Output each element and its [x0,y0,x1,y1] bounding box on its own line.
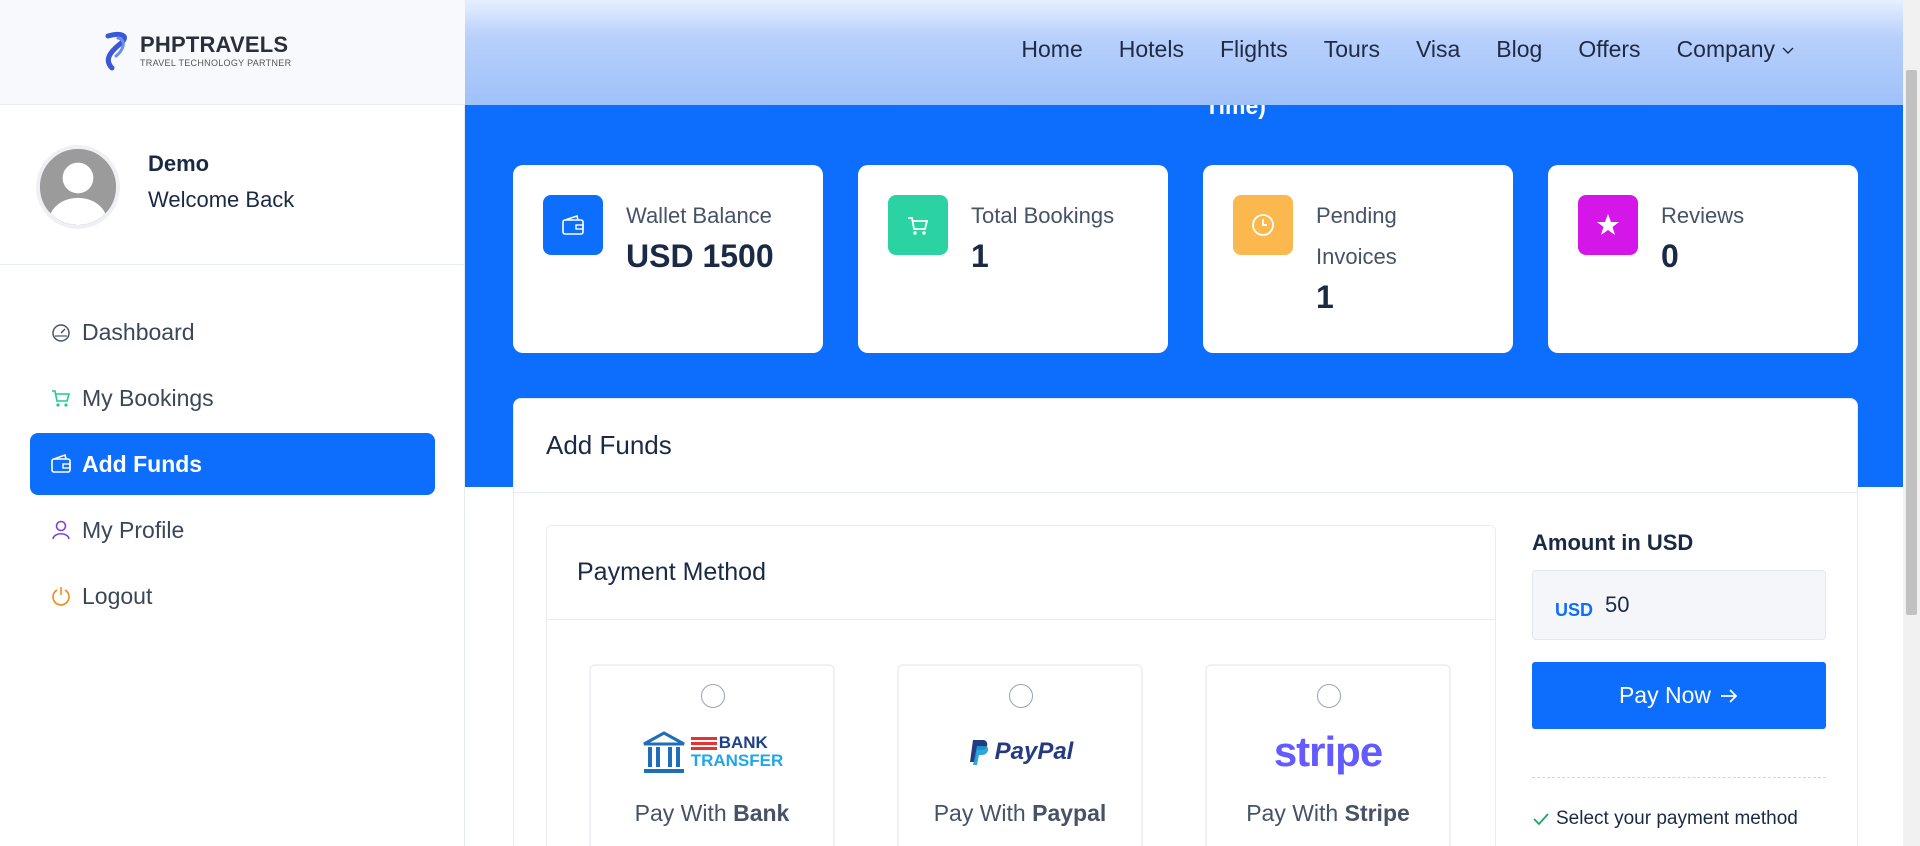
stats-cards: Wallet Balance USD 1500 Total Bookings 1… [513,165,1858,353]
bank-logo-bottom: TRANSFER [690,751,784,770]
stat-value: USD 1500 [626,238,774,274]
sidebar-item-label: Logout [82,582,153,609]
sidebar-item-my-profile[interactable]: My Profile [30,499,435,561]
paypal-radio[interactable] [1009,684,1033,708]
brand-name: PHPTRAVELS [140,32,289,57]
scrollbar-thumb[interactable] [1906,70,1917,615]
clock-icon [1233,195,1293,255]
amount-form: Amount in USD USD 50 Pay Now Select your… [1532,530,1826,830]
payment-option-stripe[interactable]: stripe Pay With Stripe [1205,664,1451,846]
logo-mark-icon [105,31,127,71]
nav-hotels[interactable]: Hotels [1119,36,1184,63]
stat-label: Wallet Balance [626,203,772,228]
stat-card-total-bookings: Total Bookings 1 [858,165,1168,353]
sidebar-menu: Dashboard My Bookings Add Funds My Profi… [30,301,435,631]
payment-method-box: Payment Method BANK TRANSFER Pay With Ba… [546,525,1496,846]
payment-option-bank[interactable]: BANK TRANSFER Pay With Bank [589,664,835,846]
stat-label: Total Bookings [971,203,1115,228]
payment-note-text: Select your payment method [1556,808,1798,829]
sidebar-item-logout[interactable]: Logout [30,565,435,627]
sidebar: Demo Welcome Back Dashboard My Bookings … [0,105,465,846]
bank-transfer-logo: BANK TRANSFER [591,724,833,780]
dashboard-icon [52,324,70,342]
stat-card-reviews: Reviews 0 [1548,165,1858,353]
stripe-wordmark: stripe [1273,728,1383,775]
amount-input[interactable]: USD 50 [1532,570,1826,640]
currency-prefix: USD [1555,599,1594,620]
nav-home[interactable]: Home [1021,36,1082,63]
avatar [36,145,120,229]
stat-value: 1 [1316,279,1334,315]
main-nav: Home Hotels Flights Tours Visa Blog Offe… [985,36,1795,63]
brand-tagline: TRAVEL TECHNOLOGY PARTNER [140,58,292,68]
divider [1532,777,1826,778]
top-header: PHPTRAVELS TRAVEL TECHNOLOGY PARTNER Hom… [0,0,1920,105]
flag-stripes-icon [690,737,717,750]
sidebar-item-my-bookings[interactable]: My Bookings [30,367,435,429]
paypal-icon [969,740,988,765]
nav-visa[interactable]: Visa [1416,36,1460,63]
cart-icon [52,390,71,407]
bank-logo-top: BANK [718,733,768,752]
site-logo[interactable]: PHPTRAVELS TRAVEL TECHNOLOGY PARTNER [100,30,291,72]
chevron-down-icon [1782,47,1794,54]
stripe-radio[interactable] [1317,684,1341,708]
user-icon [52,520,70,540]
stat-card-pending-invoices: Pending Invoices 1 [1203,165,1513,353]
welcome-text: Welcome Back [148,187,295,212]
sidebar-item-add-funds[interactable]: Add Funds [30,433,435,495]
page-scrollbar[interactable] [1903,0,1920,846]
sidebar-item-label: My Profile [82,516,185,543]
paypal-wordmark: PayPal [994,738,1074,765]
user-name: Demo [148,151,210,176]
nav-company-label: Company [1676,36,1775,62]
pay-now-button[interactable]: Pay Now [1532,662,1826,729]
payment-note: Select your payment method [1532,808,1826,830]
nav-tours[interactable]: Tours [1324,36,1380,63]
stat-label: Pending Invoices [1316,203,1397,269]
nav-offers[interactable]: Offers [1578,36,1640,63]
sidebar-item-dashboard[interactable]: Dashboard [30,301,435,363]
arrow-right-icon [1721,688,1738,703]
stat-card-wallet-balance: Wallet Balance USD 1500 [513,165,823,353]
sidebar-item-label: My Bookings [82,384,214,411]
bank-icon [642,731,685,773]
avatar-silhouette-icon [40,149,116,225]
stat-value: 1 [971,238,989,274]
nav-blog[interactable]: Blog [1496,36,1542,63]
amount-label: Amount in USD [1532,530,1694,555]
power-icon [52,587,70,606]
nav-company[interactable]: Company [1677,36,1795,63]
pay-now-label: Pay Now [1618,682,1712,708]
cart-icon [888,195,948,255]
add-funds-title: Add Funds [514,399,1857,493]
stat-label: Reviews [1661,203,1745,228]
paypal-caption: Pay With Paypal [933,800,1107,826]
user-profile-summary: Demo Welcome Back [0,105,465,265]
star-icon [1578,195,1638,255]
payment-option-paypal[interactable]: PayPal Pay With Paypal [897,664,1143,846]
nav-flights[interactable]: Flights [1220,36,1288,63]
payment-methods: BANK TRANSFER Pay With Bank PayPal Pay W… [589,664,1451,846]
stat-value: 0 [1661,238,1679,274]
stripe-logo: stripe [1207,724,1449,780]
wallet-icon [51,453,71,473]
bank-caption: Pay With Bank [634,800,790,826]
sidebar-item-label: Dashboard [82,318,195,345]
amount-value: 50 [1605,592,1630,617]
paypal-logo: PayPal [899,724,1141,780]
sidebar-item-label: Add Funds [82,450,203,477]
wallet-icon [543,195,603,255]
payment-method-title: Payment Method [547,526,1495,620]
check-icon [1533,813,1549,826]
stripe-caption: Pay With Stripe [1246,800,1410,826]
bank-radio[interactable] [701,684,725,708]
